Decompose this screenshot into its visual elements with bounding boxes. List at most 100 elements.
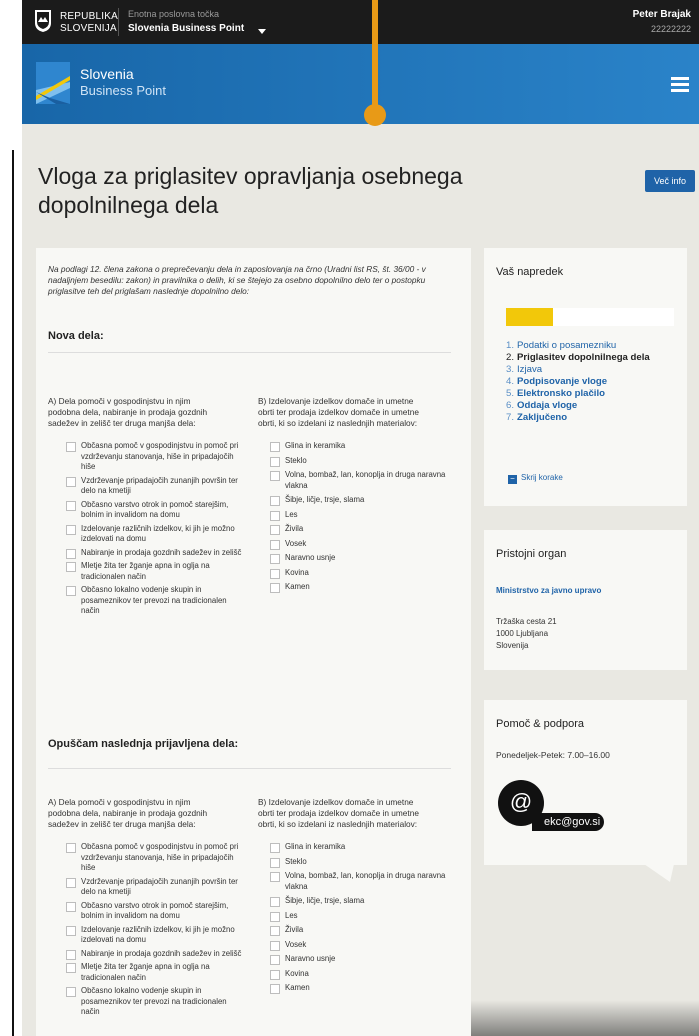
checkbox[interactable] bbox=[66, 949, 76, 960]
checkbox[interactable] bbox=[270, 471, 280, 481]
checkbox-option[interactable]: Steklo bbox=[270, 456, 460, 467]
checkbox-option[interactable]: Občasno lokalno vodenje skupin in posame… bbox=[66, 585, 246, 617]
address-country: Slovenija bbox=[496, 641, 529, 650]
help-email-link[interactable]: ekc@gov.si bbox=[532, 813, 605, 831]
column-a-heading: A) Dela pomoči v gospodinjstvu in njim p… bbox=[48, 797, 208, 829]
checkbox[interactable] bbox=[270, 568, 280, 579]
checkbox[interactable] bbox=[270, 554, 280, 564]
checkbox[interactable] bbox=[66, 500, 76, 511]
step-number: 7. bbox=[506, 412, 515, 423]
checkbox[interactable] bbox=[270, 456, 280, 467]
checkbox[interactable] bbox=[270, 940, 280, 951]
checkbox[interactable] bbox=[270, 583, 280, 593]
checkbox-option[interactable]: Les bbox=[270, 911, 460, 922]
checkbox[interactable] bbox=[66, 586, 76, 596]
checkbox[interactable] bbox=[270, 897, 280, 907]
sbp-logo-icon[interactable] bbox=[36, 62, 70, 104]
checkbox-option[interactable]: Kovina bbox=[270, 568, 460, 579]
checkbox-option[interactable]: Izdelovanje različnih izdelkov, ki jih j… bbox=[66, 524, 246, 545]
checkbox[interactable] bbox=[270, 984, 280, 994]
step-item[interactable]: 5. Elektronsko plačilo bbox=[506, 388, 650, 400]
checkbox[interactable] bbox=[270, 442, 280, 452]
checkbox-option[interactable]: Nabiranje in prodaja gozdnih sadežev in … bbox=[66, 548, 246, 559]
step-item[interactable]: 7. Zaključeno bbox=[506, 412, 650, 424]
window-frame-left bbox=[0, 0, 22, 1036]
checkbox[interactable] bbox=[270, 510, 280, 521]
checkbox-option[interactable]: Mletje žita ter žganje apna in oglja na … bbox=[66, 561, 246, 582]
checkbox-option[interactable]: Naravno usnje bbox=[270, 553, 460, 564]
checkbox[interactable] bbox=[66, 562, 76, 572]
checkbox[interactable] bbox=[66, 843, 76, 853]
checkbox-option[interactable]: Vosek bbox=[270, 539, 460, 550]
checkbox[interactable] bbox=[270, 969, 280, 980]
checkbox-option[interactable]: Steklo bbox=[270, 857, 460, 868]
step-item[interactable]: 6. Oddaja vloge bbox=[506, 400, 650, 412]
step-item[interactable]: 2. Priglasitev dopolnilnega dela bbox=[506, 352, 650, 364]
checkbox[interactable] bbox=[66, 963, 76, 973]
checkbox-option[interactable]: Glina in keramika bbox=[270, 441, 460, 452]
checkbox[interactable] bbox=[270, 857, 280, 868]
more-info-button[interactable]: Več info bbox=[645, 170, 695, 192]
authority-link[interactable]: Ministrstvo za javno upravo bbox=[496, 586, 601, 595]
form-panel: Na podlagi 12. člena zakona o preprečeva… bbox=[36, 248, 471, 1036]
progress-panel: Vaš napredek 1. Podatki o posamezniku 2. Pr… bbox=[484, 248, 687, 506]
checkbox[interactable] bbox=[66, 548, 76, 559]
checkbox-option[interactable]: Živila bbox=[270, 524, 460, 535]
checkbox[interactable] bbox=[66, 901, 76, 912]
section-new-work: Nova dela: bbox=[48, 330, 104, 342]
checkbox[interactable] bbox=[66, 524, 76, 535]
step-item[interactable]: 1. Podatki o posamezniku bbox=[506, 340, 650, 352]
checkbox[interactable] bbox=[270, 926, 280, 936]
step-item[interactable]: 3. Izjava bbox=[506, 364, 650, 376]
checkbox[interactable] bbox=[270, 911, 280, 922]
checkbox-label: Naravno usnje bbox=[285, 553, 336, 562]
checkbox-label: Živila bbox=[285, 524, 304, 533]
checkbox-option[interactable]: Vzdrževanje pripadajočih zunanjih površi… bbox=[66, 877, 246, 898]
menu-icon[interactable] bbox=[671, 77, 689, 93]
checkbox-option[interactable]: Občasno varstvo otrok in pomoč starejšim… bbox=[66, 901, 246, 922]
checkbox-option[interactable]: Občasno lokalno vodenje skupin in posame… bbox=[66, 986, 246, 1018]
checkbox-option[interactable]: Nabiranje in prodaja gozdnih sadežev in … bbox=[66, 949, 246, 960]
checkbox-option[interactable]: Glina in keramika bbox=[270, 842, 460, 853]
checkbox[interactable] bbox=[270, 843, 280, 853]
checkbox-option[interactable]: Živila bbox=[270, 925, 460, 936]
checkbox-option[interactable]: Kovina bbox=[270, 969, 460, 980]
checkbox-option[interactable]: Kamen bbox=[270, 983, 460, 994]
checkbox-label: Naravno usnje bbox=[285, 954, 336, 963]
column-a-checklist: Občasna pomoč v gospodinjstvu in pomoč p… bbox=[66, 842, 246, 1021]
checkbox-option[interactable]: Občasna pomoč v gospodinjstvu in pomoč p… bbox=[66, 441, 246, 473]
hide-steps-link[interactable]: − Skrij korake bbox=[508, 473, 563, 484]
step-item[interactable]: 4. Podpisovanje vloge bbox=[506, 376, 650, 388]
authority-address: Tržaška cesta 21 1000 Ljubljana Slovenij… bbox=[496, 616, 557, 652]
checkbox-option[interactable]: Šibje, ličje, trsje, slama bbox=[270, 495, 460, 506]
checkbox-option[interactable]: Mletje žita ter žganje apna in oglja na … bbox=[66, 962, 246, 983]
checkbox-label: Izdelovanje različnih izdelkov, ki jih j… bbox=[81, 523, 235, 544]
checkbox-option[interactable]: Izdelovanje različnih izdelkov, ki jih j… bbox=[66, 925, 246, 946]
checkbox-option[interactable]: Volna, bombaž, lan, konoplja in druga na… bbox=[270, 871, 460, 892]
user-name[interactable]: Peter Brajak bbox=[633, 9, 691, 20]
checkbox-option[interactable]: Šibje, ličje, trsje, slama bbox=[270, 896, 460, 907]
checkbox-option[interactable]: Naravno usnje bbox=[270, 954, 460, 965]
chevron-down-icon[interactable] bbox=[258, 29, 266, 34]
checkbox[interactable] bbox=[270, 872, 280, 882]
column-a-heading: A) Dela pomoči v gospodinjstvu in njim p… bbox=[48, 396, 208, 428]
unit-label: Enotna poslovna točka bbox=[128, 9, 220, 19]
checkbox-option[interactable]: Občasno varstvo otrok in pomoč starejšim… bbox=[66, 500, 246, 521]
address-street: Tržaška cesta 21 bbox=[496, 617, 557, 626]
checkbox-option[interactable]: Vosek bbox=[270, 940, 460, 951]
checkbox[interactable] bbox=[66, 442, 76, 452]
checkbox-option[interactable]: Občasna pomoč v gospodinjstvu in pomoč p… bbox=[66, 842, 246, 874]
checkbox-option[interactable]: Les bbox=[270, 510, 460, 521]
checkbox[interactable] bbox=[66, 877, 76, 888]
checkbox[interactable] bbox=[270, 955, 280, 965]
checkbox-option[interactable]: Kamen bbox=[270, 582, 460, 593]
checkbox-option[interactable]: Vzdrževanje pripadajočih zunanjih površi… bbox=[66, 476, 246, 497]
checkbox[interactable] bbox=[270, 539, 280, 550]
checkbox[interactable] bbox=[66, 476, 76, 487]
checkbox[interactable] bbox=[66, 925, 76, 936]
checkbox[interactable] bbox=[270, 496, 280, 506]
checkbox-option[interactable]: Volna, bombaž, lan, konoplja in druga na… bbox=[270, 470, 460, 491]
unit-selector[interactable]: Slovenia Business Point bbox=[128, 23, 244, 34]
checkbox[interactable] bbox=[270, 525, 280, 535]
checkbox[interactable] bbox=[66, 987, 76, 997]
